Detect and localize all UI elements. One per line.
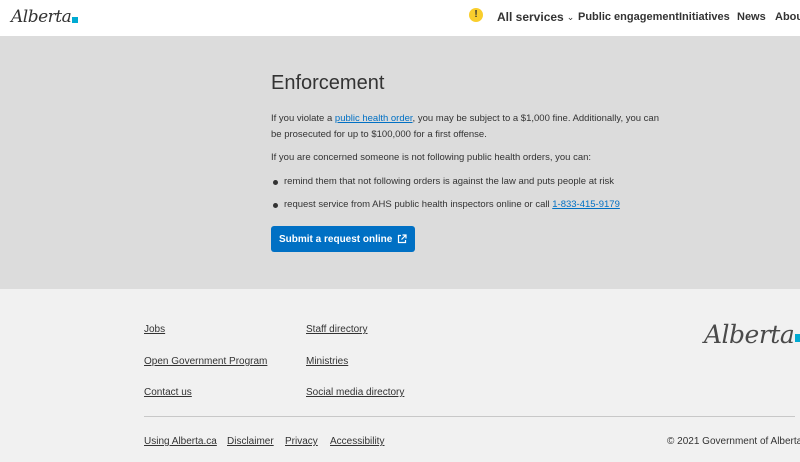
submit-request-label: Submit a request online	[279, 233, 393, 245]
list-item: remind them that not following orders is…	[271, 174, 671, 190]
footer-alberta-logo[interactable]: Alberta	[704, 320, 800, 349]
submit-request-button[interactable]: Submit a request online	[271, 226, 416, 252]
footer-link-contact-us[interactable]: Contact us	[144, 387, 192, 398]
nav-initiatives[interactable]: Initiatives	[679, 11, 730, 23]
site-header: Alberta ! All services ⌄ Public engagemen…	[0, 0, 800, 36]
enforcement-section: Enforcement If you violate a public heal…	[271, 72, 671, 252]
alberta-logo[interactable]: Alberta	[11, 5, 79, 27]
alert-icon[interactable]: !	[469, 8, 483, 22]
page-title: Enforcement	[271, 72, 385, 94]
footer-link-privacy[interactable]: Privacy	[285, 436, 318, 447]
site-footer: Jobs Open Government Program Contact us …	[0, 289, 800, 462]
footer-link-accessibility[interactable]: Accessibility	[330, 436, 384, 447]
footer-logo-wordmark: Alberta	[704, 320, 795, 349]
fine-text-start: If you violate a	[271, 113, 335, 124]
nav-all-services[interactable]: All services ⌄	[497, 10, 574, 24]
nav-news[interactable]: News	[737, 11, 766, 23]
nav-about[interactable]: About	[775, 11, 800, 23]
list-item: request service from AHS public health i…	[271, 197, 671, 213]
logo-wordmark: Alberta	[11, 7, 72, 27]
footer-link-staff-directory[interactable]: Staff directory	[306, 324, 368, 335]
fine-paragraph: If you violate a public health order, yo…	[271, 111, 671, 143]
footer-link-social-media[interactable]: Social media directory	[306, 387, 404, 398]
nav-all-services-label: All services	[497, 10, 564, 24]
footer-link-using-alberta[interactable]: Using Alberta.ca	[144, 436, 217, 447]
phone-link[interactable]: 1-833-415-9179	[552, 199, 620, 210]
main-content-band: Enforcement If you violate a public heal…	[0, 36, 800, 289]
nav-public-engagement[interactable]: Public engagement	[578, 11, 679, 23]
footer-logo-accent-square	[795, 334, 800, 342]
list-item-text: remind them that not following orders is…	[284, 176, 615, 187]
list-item-text: request service from AHS public health i…	[284, 199, 553, 210]
copyright-text: © 2021 Government of Alberta	[667, 436, 800, 447]
footer-divider	[144, 416, 795, 417]
chevron-down-icon: ⌄	[566, 12, 575, 22]
action-list: remind them that not following orders is…	[271, 174, 671, 213]
footer-link-ministries[interactable]: Ministries	[306, 356, 348, 367]
footer-link-open-government[interactable]: Open Government Program	[144, 356, 267, 367]
concern-paragraph: If you are concerned someone is not foll…	[271, 152, 592, 163]
public-health-order-link[interactable]: public health order	[335, 113, 413, 124]
logo-accent-square	[72, 17, 79, 23]
external-link-icon	[398, 234, 407, 244]
footer-link-disclaimer[interactable]: Disclaimer	[227, 436, 274, 447]
footer-link-jobs[interactable]: Jobs	[144, 324, 165, 335]
